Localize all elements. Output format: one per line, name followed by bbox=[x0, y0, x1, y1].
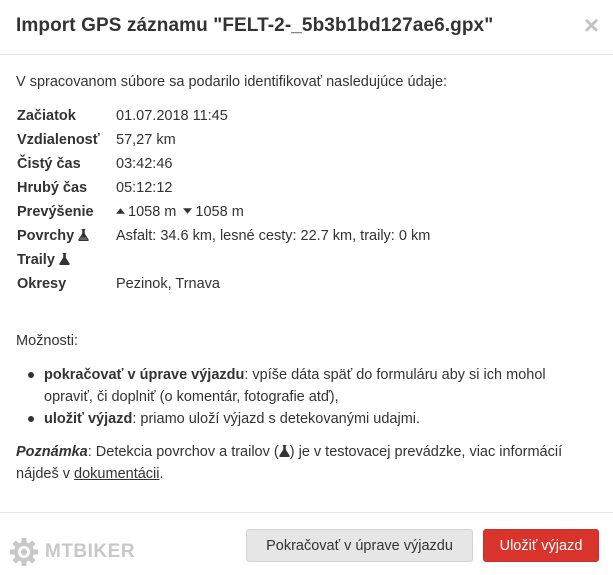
save-ride-button[interactable]: Uložiť výjazd bbox=[483, 529, 599, 562]
gross-time-label: Hrubý čas bbox=[17, 180, 88, 196]
detail-row-distance: Vzdialenosť 57,27 km bbox=[17, 130, 607, 154]
modal-footer: MTBIKER Pokračovať v úprave výjazdu Ulož… bbox=[0, 512, 613, 575]
options-list: pokračovať v úprave výjazdu: vpíše dáta … bbox=[26, 364, 596, 430]
detail-row-districts: Okresy Pezinok, Trnava bbox=[17, 274, 607, 298]
option-continue: pokračovať v úprave výjazdu: vpíše dáta … bbox=[26, 364, 596, 408]
trails-label: Traily bbox=[17, 252, 55, 268]
option-save-title: uložiť výjazd bbox=[44, 411, 133, 427]
elevation-value: 1058 m 1058 m bbox=[116, 204, 244, 220]
start-label: Začiatok bbox=[17, 108, 76, 124]
surfaces-label-wrap: Povrchy bbox=[17, 228, 89, 244]
gross-time-value: 05:12:12 bbox=[116, 180, 173, 196]
distance-value: 57,27 km bbox=[116, 132, 176, 148]
mtbiker-logo: MTBIKER bbox=[9, 536, 135, 568]
option-continue-title: pokračovať v úprave výjazdu bbox=[44, 367, 245, 383]
net-time-value: 03:42:46 bbox=[116, 156, 173, 172]
note-title: Poznámka bbox=[16, 444, 88, 460]
bullet-icon bbox=[28, 416, 34, 422]
elevation-label: Prevýšenie bbox=[17, 204, 94, 220]
detail-row-start: Začiatok 01.07.2018 11:45 bbox=[17, 106, 607, 130]
bullet-icon bbox=[28, 372, 34, 378]
import-gps-modal: Import GPS záznamu "FELT-2-_5b3b1bd127ae… bbox=[0, 0, 613, 575]
options-label: Možnosti: bbox=[16, 333, 79, 349]
option-save-text: : priamo uloží výjazd s detekovanými uda… bbox=[132, 411, 421, 427]
detail-row-net-time: Čistý čas 03:42:46 bbox=[17, 154, 607, 178]
distance-label: Vzdialenosť bbox=[17, 132, 100, 148]
detail-row-surfaces: Povrchy Asfalt: 34.6 km, lesné cesty: 22… bbox=[17, 226, 607, 250]
districts-value: Pezinok, Trnava bbox=[116, 276, 220, 292]
districts-label: Okresy bbox=[17, 276, 67, 292]
note-end: . bbox=[159, 466, 164, 482]
flask-icon bbox=[279, 445, 290, 457]
modal-header: Import GPS záznamu "FELT-2-_5b3b1bd127ae… bbox=[0, 0, 613, 55]
elevation-up-value: 1058 m bbox=[128, 204, 177, 220]
surfaces-label: Povrchy bbox=[17, 228, 75, 244]
details-list: Začiatok 01.07.2018 11:45 Vzdialenosť 57… bbox=[17, 106, 607, 298]
caret-down-icon bbox=[183, 208, 193, 214]
option-save: uložiť výjazd: priamo uloží výjazd s det… bbox=[26, 408, 596, 430]
intro-text: V spracovanom súbore sa podarilo identif… bbox=[16, 74, 448, 90]
close-button[interactable]: × bbox=[584, 12, 599, 38]
logo-text: MTBIKER bbox=[45, 541, 136, 562]
documentation-link[interactable]: dokumentácii bbox=[74, 466, 159, 482]
continue-editing-button[interactable]: Pokračovať v úprave výjazdu bbox=[246, 529, 473, 562]
detail-row-gross-time: Hrubý čas 05:12:12 bbox=[17, 178, 607, 202]
elevation-down-value: 1058 m bbox=[195, 204, 244, 220]
net-time-label: Čistý čas bbox=[17, 156, 81, 172]
caret-up-icon bbox=[116, 208, 125, 214]
trails-label-wrap: Traily bbox=[17, 252, 70, 268]
surfaces-value: Asfalt: 34.6 km, lesné cesty: 22.7 km, t… bbox=[116, 228, 431, 244]
flask-icon bbox=[78, 229, 89, 241]
start-value: 01.07.2018 11:45 bbox=[116, 108, 228, 124]
note-text-before: : Detekcia povrchov a trailov ( bbox=[87, 444, 279, 460]
gear-logo-icon bbox=[10, 538, 38, 566]
note-text: Poznámka: Detekcia povrchov a trailov ()… bbox=[16, 441, 606, 485]
detail-row-trails: Traily bbox=[17, 250, 607, 274]
modal-title: Import GPS záznamu "FELT-2-_5b3b1bd127ae… bbox=[16, 15, 494, 36]
detail-row-elevation: Prevýšenie 1058 m 1058 m bbox=[17, 202, 607, 226]
flask-icon bbox=[59, 253, 70, 265]
